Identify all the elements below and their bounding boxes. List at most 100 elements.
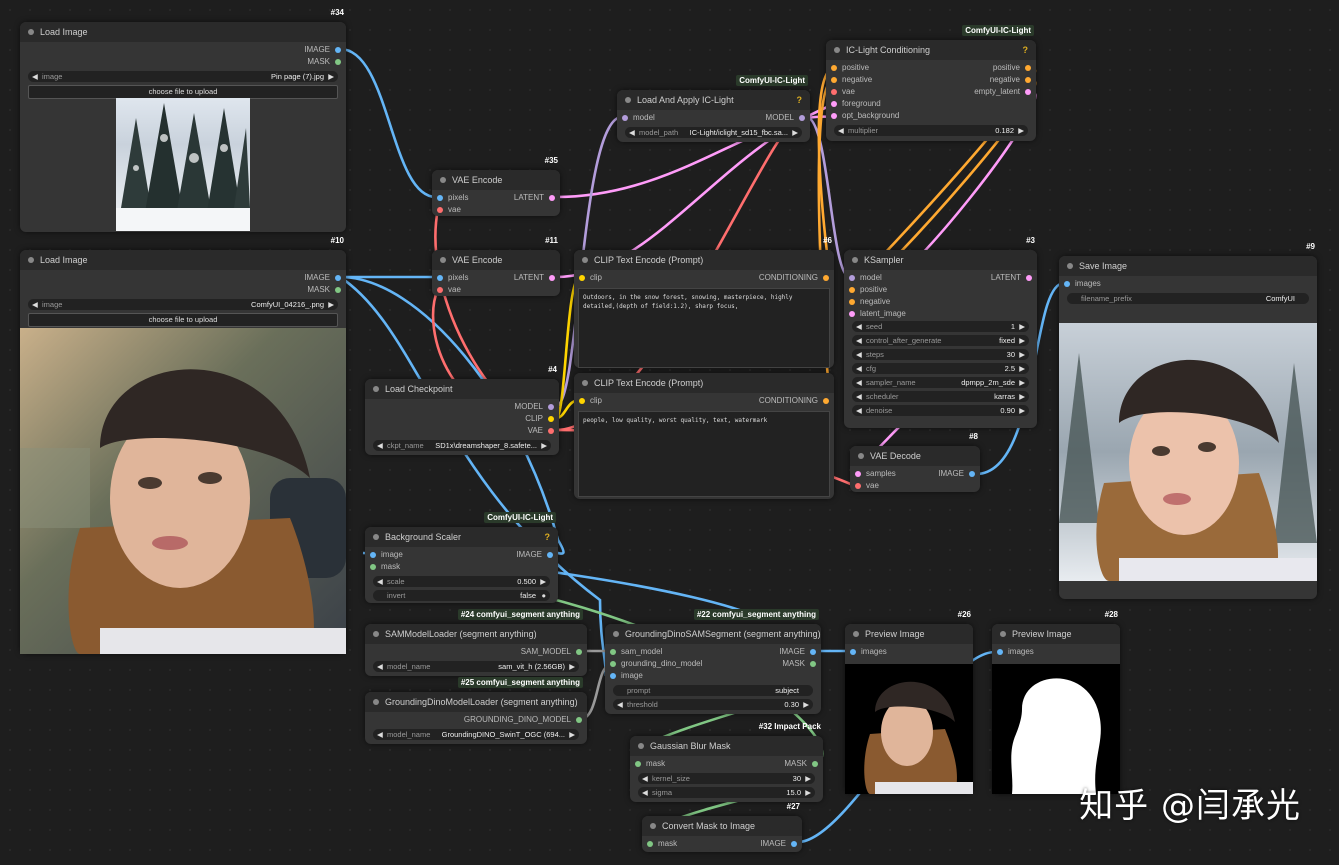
node-title[interactable]: GroundingDinoSAMSegment (segment anythin… — [605, 624, 821, 644]
input-clip[interactable]: clip — [574, 395, 602, 407]
output-model-dot[interactable] — [799, 115, 805, 121]
input-model-dot[interactable] — [849, 275, 855, 281]
right-arrow-icon[interactable]: ▶ — [328, 299, 334, 310]
output-image[interactable]: IMAGE — [760, 838, 802, 850]
help-icon[interactable]: ? — [545, 527, 551, 547]
output-vae-dot[interactable] — [548, 428, 554, 434]
grounding-dino-sam-segment-node[interactable]: #22 comfyui_segment anything GroundingDi… — [605, 609, 821, 714]
right-arrow-icon[interactable]: ▶ — [805, 787, 811, 798]
node-title[interactable]: SAMModelLoader (segment anything) — [365, 624, 587, 644]
output-mask-dot[interactable] — [812, 761, 818, 767]
ksampler-node[interactable]: #3 KSampler model LATENT positive negati… — [844, 236, 1037, 428]
input-image[interactable]: image — [365, 549, 403, 561]
convert-mask-to-image-node[interactable]: #27 Convert Mask to Image mask IMAGE — [642, 802, 802, 852]
left-arrow-icon[interactable]: ◀ — [856, 335, 862, 346]
input-model-dot[interactable] — [622, 115, 628, 121]
right-arrow-icon[interactable]: ▶ — [1019, 391, 1025, 402]
input-image-dot[interactable] — [610, 673, 616, 679]
input-samples-dot[interactable] — [855, 471, 861, 477]
output-sam-model[interactable]: SAM_MODEL — [521, 646, 587, 658]
output-mask[interactable]: MASK — [307, 284, 346, 296]
left-arrow-icon[interactable]: ◀ — [856, 349, 862, 360]
output-positive[interactable]: positive — [993, 62, 1036, 74]
left-arrow-icon[interactable]: ◀ — [377, 440, 383, 451]
node-title[interactable]: KSampler — [844, 250, 1037, 270]
output-latent-dot[interactable] — [549, 195, 555, 201]
seed-widget[interactable]: ◀ seed 1 ▶ — [852, 321, 1029, 332]
image-select[interactable]: ◀ image Pin page (7).jpg ▶ — [28, 71, 338, 82]
node-title[interactable]: Convert Mask to Image — [642, 816, 802, 836]
right-arrow-icon[interactable]: ▶ — [1018, 125, 1024, 136]
right-arrow-icon[interactable]: ▶ — [1019, 349, 1025, 360]
output-latent[interactable]: LATENT — [514, 192, 560, 204]
output-latent[interactable]: LATENT — [514, 272, 560, 284]
input-latent-image[interactable]: latent_image — [844, 308, 906, 320]
output-positive-dot[interactable] — [1025, 65, 1031, 71]
save-image-node[interactable]: #9 Save Image images filename_prefix Comf… — [1059, 242, 1317, 599]
input-samples[interactable]: samples — [850, 468, 896, 480]
output-empty-latent[interactable]: empty_latent — [974, 86, 1036, 98]
help-icon[interactable]: ? — [797, 90, 803, 110]
input-positive-dot[interactable] — [849, 287, 855, 293]
input-image[interactable]: image — [605, 670, 643, 682]
right-arrow-icon[interactable]: ▶ — [1019, 363, 1025, 374]
output-image-dot[interactable] — [547, 552, 553, 558]
output-model[interactable]: MODEL — [515, 401, 559, 413]
gaussian-blur-mask-node[interactable]: #32 Impact Pack Gaussian Blur Mask mask … — [630, 722, 823, 802]
input-foreground-dot[interactable] — [831, 101, 837, 107]
output-image[interactable]: IMAGE — [304, 44, 346, 56]
toggle-icon[interactable]: ● — [541, 590, 546, 601]
output-image[interactable]: IMAGE — [779, 646, 821, 658]
scheduler-widget[interactable]: ◀ scheduler karras ▶ — [852, 391, 1029, 402]
right-arrow-icon[interactable]: ▶ — [1019, 377, 1025, 388]
left-arrow-icon[interactable]: ◀ — [856, 391, 862, 402]
control-after-generate-widget[interactable]: ◀ control_after_generate fixed ▶ — [852, 335, 1029, 346]
right-arrow-icon[interactable]: ▶ — [1019, 321, 1025, 332]
load-image-node-34[interactable]: #34 Load Image IMAGE MASK ◀ image Pin page… — [20, 8, 346, 232]
output-model[interactable]: MODEL — [766, 112, 810, 124]
input-opt-background[interactable]: opt_background — [826, 110, 899, 122]
left-arrow-icon[interactable]: ◀ — [642, 787, 648, 798]
input-positive-dot[interactable] — [831, 65, 837, 71]
output-conditioning-dot[interactable] — [823, 275, 829, 281]
node-title[interactable]: Preview Image — [992, 624, 1120, 644]
left-arrow-icon[interactable]: ◀ — [377, 661, 383, 672]
input-vae[interactable]: vae — [826, 86, 855, 98]
input-vae[interactable]: vae — [850, 480, 879, 492]
output-image[interactable]: IMAGE — [516, 549, 558, 561]
node-title[interactable]: Load Checkpoint — [365, 379, 559, 399]
node-title[interactable]: Preview Image — [845, 624, 973, 644]
steps-widget[interactable]: ◀ steps 30 ▶ — [852, 349, 1029, 360]
input-mask[interactable]: mask — [642, 838, 677, 850]
input-model[interactable]: model — [844, 272, 882, 284]
vae-decode-node[interactable]: #8 VAE Decode samples IMAGE vae — [850, 432, 980, 492]
output-vae[interactable]: VAE — [528, 425, 559, 437]
input-mask[interactable]: mask — [630, 758, 665, 770]
output-image-dot[interactable] — [969, 471, 975, 477]
input-clip[interactable]: clip — [574, 272, 602, 284]
sigma-widget[interactable]: ◀ sigma 15.0 ▶ — [638, 787, 815, 798]
input-pixels[interactable]: pixels — [432, 192, 468, 204]
gdino-model-name-select[interactable]: ◀ model_name GroundingDINO_SwinT_OGC (694.… — [373, 729, 579, 740]
kernel-size-widget[interactable]: ◀ kernel_size 30 ▶ — [638, 773, 815, 784]
right-arrow-icon[interactable]: ▶ — [1019, 335, 1025, 346]
output-conditioning-dot[interactable] — [823, 398, 829, 404]
input-latent-dot[interactable] — [849, 311, 855, 317]
node-title[interactable]: Load And Apply IC-Light? — [617, 90, 810, 110]
node-title[interactable]: Load Image — [20, 22, 346, 42]
output-empty-latent-dot[interactable] — [1025, 89, 1031, 95]
input-model[interactable]: model — [617, 112, 655, 124]
upload-button[interactable]: choose file to upload — [28, 313, 338, 327]
input-mask[interactable]: mask — [365, 561, 400, 573]
input-pixels-dot[interactable] — [437, 275, 443, 281]
left-arrow-icon[interactable]: ◀ — [856, 405, 862, 416]
input-foreground[interactable]: foreground — [826, 98, 881, 110]
output-conditioning[interactable]: CONDITIONING — [759, 395, 834, 407]
output-sam-dot[interactable] — [576, 649, 582, 655]
right-arrow-icon[interactable]: ▶ — [803, 699, 809, 710]
left-arrow-icon[interactable]: ◀ — [377, 576, 383, 587]
output-mask[interactable]: MASK — [307, 56, 346, 68]
output-clip-dot[interactable] — [548, 416, 554, 422]
input-sam-dot[interactable] — [610, 649, 616, 655]
right-arrow-icon[interactable]: ▶ — [569, 729, 575, 740]
